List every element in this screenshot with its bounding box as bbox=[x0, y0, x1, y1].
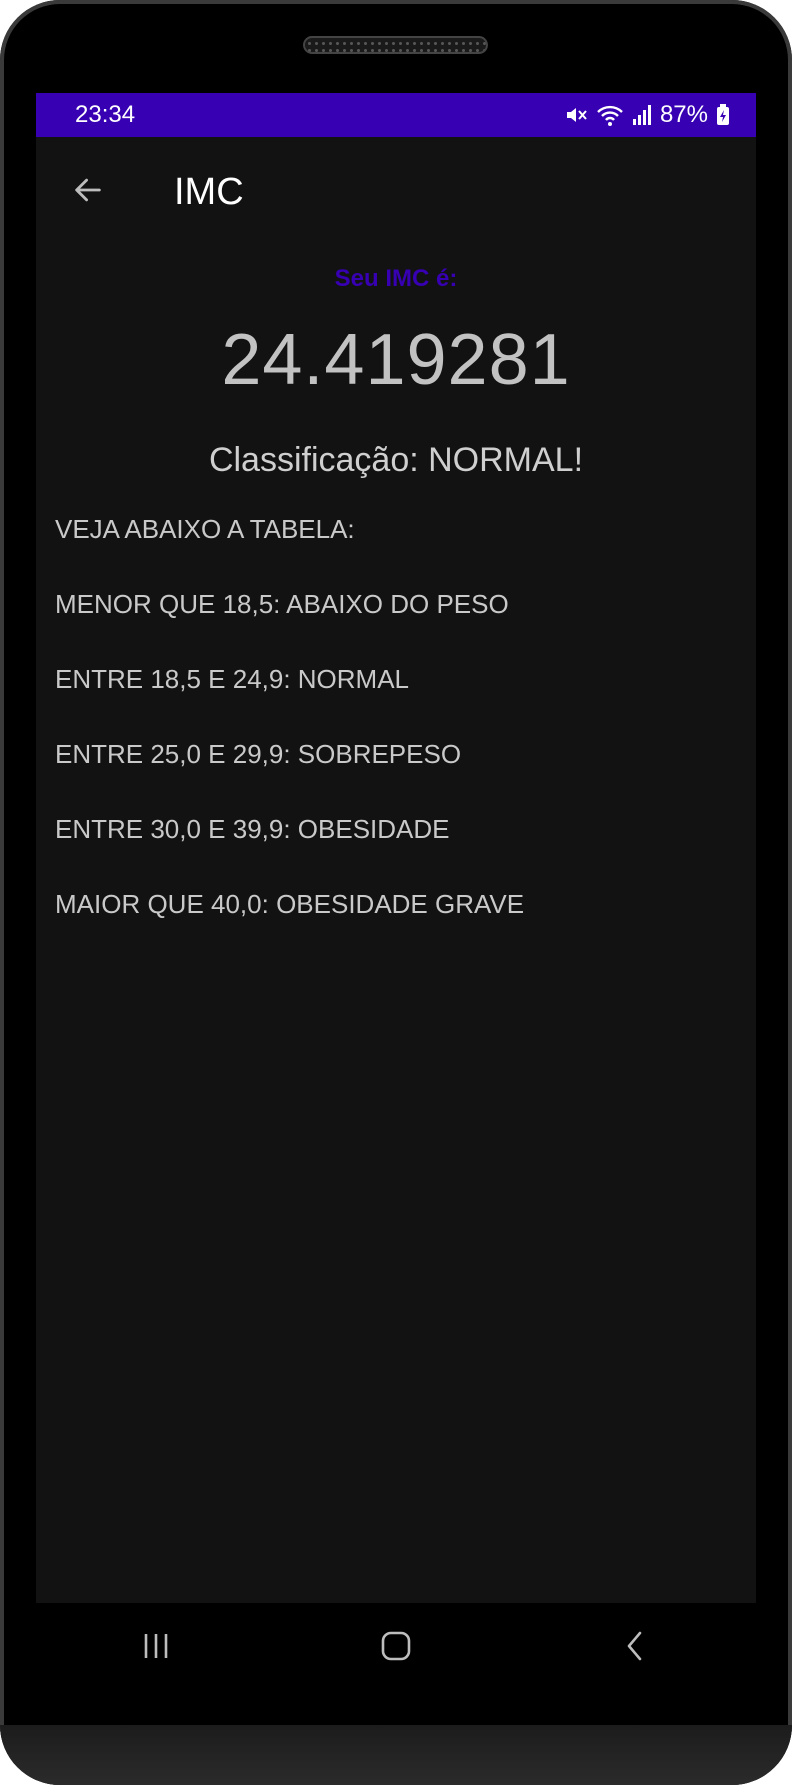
recent-apps-button[interactable] bbox=[116, 1618, 196, 1678]
table-row: MAIOR QUE 40,0: OBESIDADE GRAVE bbox=[55, 889, 525, 919]
screen: 23:34 87% IMC Seu IMC é: 24.419281 Class… bbox=[36, 93, 756, 1603]
back-icon bbox=[620, 1630, 652, 1667]
back-button[interactable] bbox=[60, 164, 116, 220]
signal-icon bbox=[632, 104, 652, 126]
table-title: VEJA ABAIXO A TABELA: bbox=[55, 514, 355, 544]
table-row: ENTRE 30,0 E 39,9: OBESIDADE bbox=[55, 814, 450, 844]
home-button[interactable] bbox=[356, 1618, 436, 1678]
imc-label: Seu IMC é: bbox=[334, 265, 458, 292]
arrow-left-icon bbox=[71, 173, 105, 212]
app-bar: IMC bbox=[36, 137, 756, 247]
battery-percent: 87% bbox=[659, 101, 708, 128]
system-nav-bar bbox=[36, 1603, 756, 1693]
classification-text: Classificação: NORMAL! bbox=[208, 441, 584, 479]
home-icon bbox=[380, 1630, 412, 1667]
phone-bottom-edge bbox=[0, 1725, 792, 1785]
table-row: MENOR QUE 18,5: ABAIXO DO PESO bbox=[55, 589, 509, 619]
status-icons: 87% bbox=[564, 101, 730, 129]
table-row: ENTRE 25,0 E 29,9: SOBREPESO bbox=[55, 739, 462, 769]
table-row: ENTRE 18,5 E 24,9: NORMAL bbox=[55, 664, 410, 694]
imc-value: 24.419281 bbox=[221, 320, 571, 400]
battery-charging-icon bbox=[716, 104, 730, 126]
phone-frame: 23:34 87% IMC Seu IMC é: 24.419281 Class… bbox=[0, 0, 792, 1785]
status-time: 23:34 bbox=[75, 101, 136, 128]
mute-icon bbox=[564, 103, 588, 127]
main-content: Seu IMC é: 24.419281 Classificação: NORM… bbox=[36, 265, 756, 920]
recent-apps-icon bbox=[140, 1630, 172, 1667]
nav-back-button[interactable] bbox=[596, 1618, 676, 1678]
page-title: IMC bbox=[174, 170, 244, 213]
wifi-icon bbox=[596, 103, 624, 127]
status-bar: 23:34 87% bbox=[36, 93, 756, 137]
speaker-grille bbox=[303, 36, 488, 54]
